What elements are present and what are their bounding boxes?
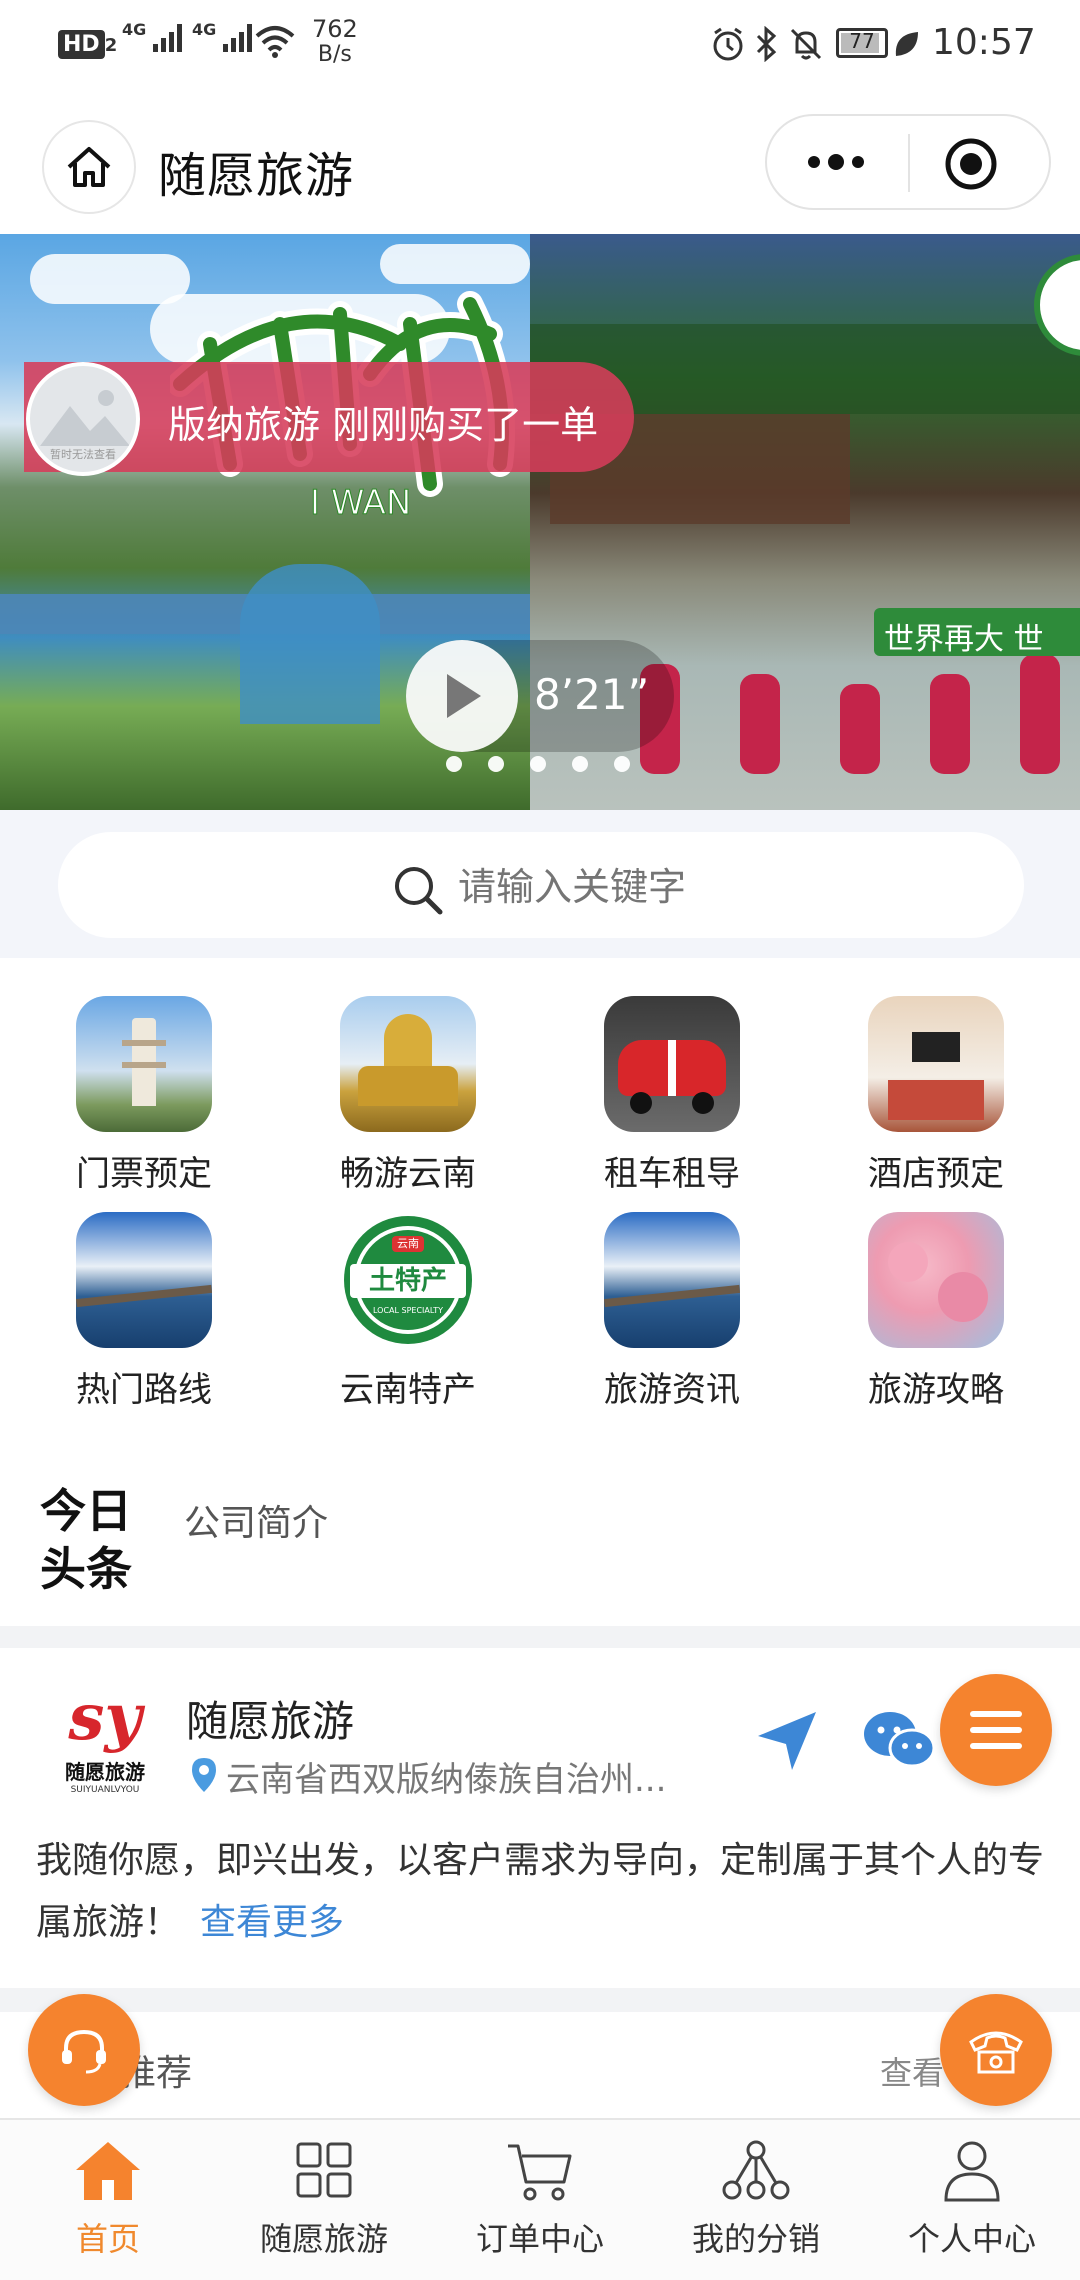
carousel-dots bbox=[446, 756, 656, 776]
company-description: 我随你愿，即兴出发，以客户需求为导向，定制属于其个人的专属旅游！ 查看更多 bbox=[36, 1840, 1045, 1943]
grid-item-tour[interactable]: 畅游云南 bbox=[298, 996, 518, 1195]
video-duration: 8’21” bbox=[534, 670, 650, 719]
wifi-icon bbox=[254, 24, 296, 62]
mute-bell-icon bbox=[788, 26, 824, 66]
capsule-divider bbox=[908, 134, 910, 192]
tab-suiyuan-travel[interactable]: 随愿旅游 bbox=[216, 2138, 432, 2260]
golden-temple-icon bbox=[340, 996, 476, 1132]
grid-item-routes[interactable]: 热门路线 bbox=[34, 1212, 254, 1411]
grid-item-hotel[interactable]: 酒店预定 bbox=[826, 996, 1046, 1195]
tab-my-distribution[interactable]: 我的分销 bbox=[648, 2138, 864, 2260]
bottom-tab-bar: 首页 随愿旅游 订单中心 我的分销 个人中心 bbox=[0, 2118, 1080, 2280]
leaf-icon bbox=[892, 28, 920, 64]
banner-subtitle-bar: 世界再大 世 bbox=[874, 608, 1080, 657]
tab-order-center[interactable]: 订单中心 bbox=[432, 2138, 648, 2260]
home-icon bbox=[67, 147, 111, 187]
category-grid: 门票预定 畅游云南 租车租导 酒店预定 热门路线 云南 土特产 LOCAL SP… bbox=[0, 958, 1080, 1411]
hd-badge: HD 2 bbox=[58, 30, 117, 59]
grid-item-car-rental[interactable]: 租车租导 bbox=[562, 996, 782, 1195]
grid-item-news[interactable]: 旅游资讯 bbox=[562, 1212, 782, 1411]
battery-icon: 77 bbox=[836, 28, 888, 58]
app-header: 随愿旅游 bbox=[0, 92, 1080, 234]
red-car-icon bbox=[604, 996, 740, 1132]
more-button[interactable] bbox=[801, 144, 871, 180]
cherry-blossom-icon bbox=[868, 1212, 1004, 1348]
menu-fab-button[interactable] bbox=[940, 1674, 1052, 1786]
section-divider bbox=[0, 1988, 1080, 2012]
signal-icon-2: 4G bbox=[192, 20, 257, 54]
search-icon bbox=[390, 862, 446, 922]
mini-program-capsule bbox=[765, 114, 1051, 210]
play-icon bbox=[447, 674, 481, 718]
recommend-more-link[interactable]: 查看 bbox=[880, 2048, 944, 2094]
search-input[interactable] bbox=[456, 864, 860, 910]
play-button[interactable] bbox=[406, 640, 518, 752]
status-bar: HD 2 4G 4G 762 B/s 77 10:57 bbox=[0, 0, 1080, 92]
tab-home[interactable]: 首页 bbox=[0, 2138, 216, 2260]
carousel-dot[interactable] bbox=[446, 756, 462, 772]
notification-avatar: 暂时无法查看 bbox=[26, 362, 140, 476]
carousel-dot[interactable] bbox=[488, 756, 504, 772]
pagoda-icon bbox=[76, 996, 212, 1132]
company-name: 随愿旅游 bbox=[186, 1697, 355, 1746]
close-miniprogram-button[interactable] bbox=[943, 136, 999, 192]
news-tabs bbox=[0, 1408, 1080, 1626]
carousel-dot[interactable] bbox=[614, 756, 630, 772]
carousel-dot[interactable] bbox=[572, 756, 588, 772]
navigate-icon[interactable] bbox=[752, 1706, 822, 1780]
headset-icon bbox=[62, 2029, 106, 2074]
user-icon bbox=[944, 2141, 1000, 2202]
grid-item-guide[interactable]: 旅游攻略 bbox=[826, 1212, 1046, 1411]
home-button[interactable] bbox=[42, 120, 136, 214]
customer-service-button[interactable] bbox=[28, 1994, 140, 2106]
carousel-dot[interactable] bbox=[530, 756, 546, 772]
target-icon bbox=[945, 138, 997, 190]
local-specialty-icon: 云南 土特产 LOCAL SPECIALTY bbox=[340, 1212, 476, 1348]
more-dots-icon bbox=[808, 154, 864, 170]
tab-company-intro[interactable]: 公司简介 bbox=[184, 1494, 328, 1546]
page-title: 随愿旅游 bbox=[158, 148, 355, 204]
home-icon bbox=[76, 2142, 140, 2200]
tab-personal-center[interactable]: 个人中心 bbox=[864, 2138, 1080, 2260]
signal-icon: 4G bbox=[122, 20, 187, 54]
wechat-icon[interactable] bbox=[862, 1706, 938, 1780]
hamburger-icon bbox=[970, 1711, 1022, 1749]
lake-pier-icon bbox=[76, 1212, 212, 1348]
cart-icon bbox=[508, 2144, 572, 2201]
grid-item-specialty[interactable]: 云南 土特产 LOCAL SPECIALTY 云南特产 bbox=[298, 1212, 518, 1411]
view-more-link[interactable]: 查看更多 bbox=[200, 1902, 344, 1943]
bluetooth-icon bbox=[754, 25, 778, 66]
network-speed: 762 B/s bbox=[312, 15, 358, 67]
phone-call-button[interactable] bbox=[940, 1994, 1052, 2106]
network-icon bbox=[722, 2140, 790, 2200]
tab-today-headlines[interactable]: 今日 头条 bbox=[40, 1482, 132, 1598]
company-logo: sy 随愿旅游 SUIYUANLVYOU bbox=[65, 1680, 145, 1795]
location-pin-icon bbox=[190, 1756, 218, 1798]
alarm-icon bbox=[710, 26, 746, 66]
lake-pier-icon bbox=[604, 1212, 740, 1348]
phone-icon bbox=[969, 2031, 1023, 2074]
company-address[interactable]: 云南省西双版纳傣族自治州... bbox=[226, 1752, 666, 1801]
banner-english-text: I WAN bbox=[310, 483, 411, 523]
clock: 10:57 bbox=[932, 22, 1036, 63]
grid-item-tickets[interactable]: 门票预定 bbox=[34, 996, 254, 1195]
hotel-room-icon bbox=[868, 996, 1004, 1132]
notification-text: 版纳旅游 刚刚购买了一单 bbox=[168, 403, 599, 447]
section-divider bbox=[0, 1626, 1080, 1648]
banner-carousel[interactable]: I WAN 世界再大 世 暂时无法查看 版纳旅游 刚刚购买了一单 8’21” bbox=[0, 234, 1080, 810]
grid-icon bbox=[296, 2142, 352, 2198]
